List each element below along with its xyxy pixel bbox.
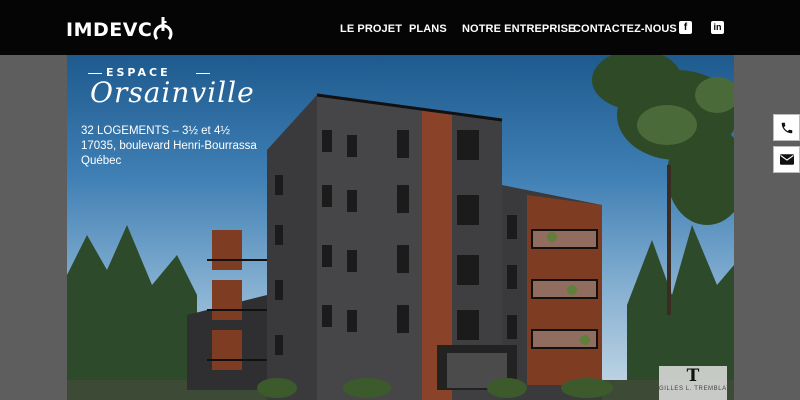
linkedin-icon[interactable]: in <box>711 21 724 34</box>
brand-rule-left <box>88 73 102 74</box>
logo[interactable]: IMDEVC <box>66 17 173 41</box>
info-units: 32 LOGEMENTS – 3½ et 4½ <box>81 125 230 137</box>
info-address: 17035, boulevard Henri-Bourrassa <box>81 140 257 152</box>
phone-button[interactable] <box>773 114 800 141</box>
logo-text: IMDEVC <box>66 19 153 41</box>
nav-notre-entreprise[interactable]: NOTRE ENTREPRISE <box>462 23 575 35</box>
nav-contactez-nous[interactable]: CONTACTEZ-NOUS <box>573 23 677 35</box>
nav-plans[interactable]: PLANS <box>409 23 447 35</box>
brand-rule-right <box>196 73 210 74</box>
logo-key-icon <box>153 15 173 41</box>
info-city: Québec <box>81 155 122 167</box>
brand-script: Orsainville <box>90 76 255 109</box>
site-header: IMDEVC LE PROJET PLANS NOTRE ENTREPRISE … <box>0 0 800 55</box>
phone-icon <box>781 122 792 133</box>
credit-name: GILLES L. TREMBLAY <box>659 386 731 392</box>
email-button[interactable] <box>773 146 800 173</box>
architect-credit: T GILLES L. TREMBLAY <box>659 366 731 400</box>
credit-mark: T <box>686 366 700 386</box>
facebook-icon[interactable]: f <box>679 21 692 34</box>
nav-le-projet[interactable]: LE PROJET <box>340 23 402 35</box>
envelope-icon <box>779 154 794 165</box>
project-info: 32 LOGEMENTS – 3½ et 4½ 17035, boulevard… <box>81 124 257 169</box>
